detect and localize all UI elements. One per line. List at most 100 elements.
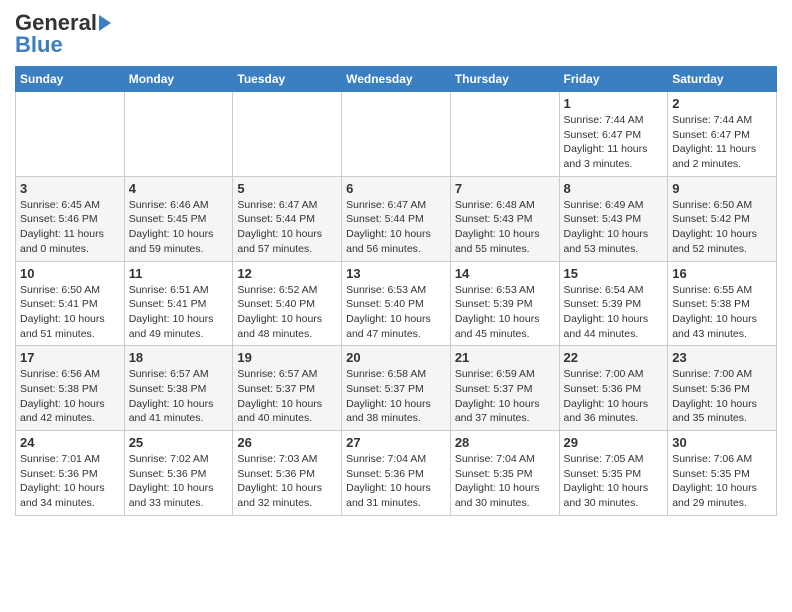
page-header: General Blue [15, 10, 777, 58]
day-number: 6 [346, 181, 446, 196]
week-row-1: 1 Sunrise: 7:44 AM Sunset: 6:47 PM Daylig… [16, 92, 777, 177]
calendar-cell: 20 Sunrise: 6:58 AM Sunset: 5:37 PM Dayli… [342, 346, 451, 431]
day-number: 5 [237, 181, 337, 196]
day-info: Sunrise: 6:51 AM Sunset: 5:41 PM Dayligh… [129, 283, 229, 342]
day-info: Sunrise: 7:02 AM Sunset: 5:36 PM Dayligh… [129, 452, 229, 511]
logo-arrow-icon [99, 15, 111, 31]
day-header-thursday: Thursday [450, 67, 559, 92]
week-row-4: 17 Sunrise: 6:56 AM Sunset: 5:38 PM Dayli… [16, 346, 777, 431]
calendar-cell: 7 Sunrise: 6:48 AM Sunset: 5:43 PM Daylig… [450, 176, 559, 261]
calendar-cell [124, 92, 233, 177]
logo: General Blue [15, 10, 111, 58]
week-row-2: 3Sunrise: 6:45 AM Sunset: 5:46 PM Daylig… [16, 176, 777, 261]
calendar-cell: 19Sunrise: 6:57 AM Sunset: 5:37 PM Dayli… [233, 346, 342, 431]
day-info: Sunrise: 6:53 AM Sunset: 5:40 PM Dayligh… [346, 283, 446, 342]
day-number: 4 [129, 181, 229, 196]
calendar-cell: 1 Sunrise: 7:44 AM Sunset: 6:47 PM Daylig… [559, 92, 668, 177]
calendar-cell: 3Sunrise: 6:45 AM Sunset: 5:46 PM Daylig… [16, 176, 125, 261]
day-number: 27 [346, 435, 446, 450]
day-info: Sunrise: 6:53 AM Sunset: 5:39 PM Dayligh… [455, 283, 555, 342]
day-number: 24 [20, 435, 120, 450]
calendar-cell: 5 Sunrise: 6:47 AM Sunset: 5:44 PM Daylig… [233, 176, 342, 261]
day-info: Sunrise: 7:00 AM Sunset: 5:36 PM Dayligh… [564, 367, 664, 426]
calendar-cell [450, 92, 559, 177]
day-number: 28 [455, 435, 555, 450]
calendar-cell: 21Sunrise: 6:59 AM Sunset: 5:37 PM Dayli… [450, 346, 559, 431]
calendar-cell: 2 Sunrise: 7:44 AM Sunset: 6:47 PM Daylig… [668, 92, 777, 177]
day-info: Sunrise: 7:01 AM Sunset: 5:36 PM Dayligh… [20, 452, 120, 511]
day-number: 15 [564, 266, 664, 281]
page-container: General Blue SundayMondayTuesdayWednesda… [0, 0, 792, 526]
day-header-sunday: Sunday [16, 67, 125, 92]
day-number: 10 [20, 266, 120, 281]
calendar-cell: 8Sunrise: 6:49 AM Sunset: 5:43 PM Daylig… [559, 176, 668, 261]
day-number: 9 [672, 181, 772, 196]
day-info: Sunrise: 6:46 AM Sunset: 5:45 PM Dayligh… [129, 198, 229, 257]
day-info: Sunrise: 6:54 AM Sunset: 5:39 PM Dayligh… [564, 283, 664, 342]
calendar-cell: 23Sunrise: 7:00 AM Sunset: 5:36 PM Dayli… [668, 346, 777, 431]
day-info: Sunrise: 6:57 AM Sunset: 5:38 PM Dayligh… [129, 367, 229, 426]
calendar-cell: 24 Sunrise: 7:01 AM Sunset: 5:36 PM Dayli… [16, 431, 125, 516]
calendar-cell: 28Sunrise: 7:04 AM Sunset: 5:35 PM Dayli… [450, 431, 559, 516]
day-info: Sunrise: 6:56 AM Sunset: 5:38 PM Dayligh… [20, 367, 120, 426]
day-info: Sunrise: 7:05 AM Sunset: 5:35 PM Dayligh… [564, 452, 664, 511]
calendar-cell: 30 Sunrise: 7:06 AM Sunset: 5:35 PM Dayli… [668, 431, 777, 516]
day-info: Sunrise: 6:50 AM Sunset: 5:41 PM Dayligh… [20, 283, 120, 342]
calendar-cell: 15 Sunrise: 6:54 AM Sunset: 5:39 PM Dayli… [559, 261, 668, 346]
calendar-cell: 29 Sunrise: 7:05 AM Sunset: 5:35 PM Dayli… [559, 431, 668, 516]
day-number: 20 [346, 350, 446, 365]
day-number: 12 [237, 266, 337, 281]
day-number: 7 [455, 181, 555, 196]
day-header-friday: Friday [559, 67, 668, 92]
day-number: 3 [20, 181, 120, 196]
day-header-tuesday: Tuesday [233, 67, 342, 92]
calendar-cell: 25 Sunrise: 7:02 AM Sunset: 5:36 PM Dayli… [124, 431, 233, 516]
day-number: 1 [564, 96, 664, 111]
calendar-cell [16, 92, 125, 177]
day-number: 14 [455, 266, 555, 281]
day-info: Sunrise: 7:03 AM Sunset: 5:36 PM Dayligh… [237, 452, 337, 511]
header-row: SundayMondayTuesdayWednesdayThursdayFrid… [16, 67, 777, 92]
calendar-cell: 22 Sunrise: 7:00 AM Sunset: 5:36 PM Dayli… [559, 346, 668, 431]
day-number: 17 [20, 350, 120, 365]
calendar-cell: 11 Sunrise: 6:51 AM Sunset: 5:41 PM Dayli… [124, 261, 233, 346]
calendar-cell: 26 Sunrise: 7:03 AM Sunset: 5:36 PM Dayli… [233, 431, 342, 516]
calendar-cell [342, 92, 451, 177]
day-number: 29 [564, 435, 664, 450]
calendar-cell: 6 Sunrise: 6:47 AM Sunset: 5:44 PM Daylig… [342, 176, 451, 261]
day-info: Sunrise: 6:47 AM Sunset: 5:44 PM Dayligh… [237, 198, 337, 257]
day-info: Sunrise: 6:48 AM Sunset: 5:43 PM Dayligh… [455, 198, 555, 257]
week-row-3: 10 Sunrise: 6:50 AM Sunset: 5:41 PM Dayli… [16, 261, 777, 346]
calendar-table: SundayMondayTuesdayWednesdayThursdayFrid… [15, 66, 777, 516]
calendar-cell: 27Sunrise: 7:04 AM Sunset: 5:36 PM Dayli… [342, 431, 451, 516]
day-number: 25 [129, 435, 229, 450]
day-header-monday: Monday [124, 67, 233, 92]
calendar-cell: 18 Sunrise: 6:57 AM Sunset: 5:38 PM Dayli… [124, 346, 233, 431]
day-number: 30 [672, 435, 772, 450]
day-number: 18 [129, 350, 229, 365]
day-number: 23 [672, 350, 772, 365]
day-info: Sunrise: 6:52 AM Sunset: 5:40 PM Dayligh… [237, 283, 337, 342]
day-number: 22 [564, 350, 664, 365]
calendar-cell: 12 Sunrise: 6:52 AM Sunset: 5:40 PM Dayli… [233, 261, 342, 346]
day-number: 26 [237, 435, 337, 450]
day-header-saturday: Saturday [668, 67, 777, 92]
day-info: Sunrise: 7:44 AM Sunset: 6:47 PM Dayligh… [672, 113, 772, 172]
day-header-wednesday: Wednesday [342, 67, 451, 92]
calendar-cell: 16Sunrise: 6:55 AM Sunset: 5:38 PM Dayli… [668, 261, 777, 346]
day-info: Sunrise: 7:44 AM Sunset: 6:47 PM Dayligh… [564, 113, 664, 172]
calendar-cell: 14 Sunrise: 6:53 AM Sunset: 5:39 PM Dayli… [450, 261, 559, 346]
calendar-cell: 17 Sunrise: 6:56 AM Sunset: 5:38 PM Dayli… [16, 346, 125, 431]
day-info: Sunrise: 6:47 AM Sunset: 5:44 PM Dayligh… [346, 198, 446, 257]
calendar-cell: 4 Sunrise: 6:46 AM Sunset: 5:45 PM Daylig… [124, 176, 233, 261]
day-number: 19 [237, 350, 337, 365]
day-info: Sunrise: 6:58 AM Sunset: 5:37 PM Dayligh… [346, 367, 446, 426]
day-number: 21 [455, 350, 555, 365]
day-number: 2 [672, 96, 772, 111]
day-number: 11 [129, 266, 229, 281]
day-number: 16 [672, 266, 772, 281]
day-info: Sunrise: 6:50 AM Sunset: 5:42 PM Dayligh… [672, 198, 772, 257]
day-info: Sunrise: 6:49 AM Sunset: 5:43 PM Dayligh… [564, 198, 664, 257]
day-info: Sunrise: 7:06 AM Sunset: 5:35 PM Dayligh… [672, 452, 772, 511]
calendar-cell: 10 Sunrise: 6:50 AM Sunset: 5:41 PM Dayli… [16, 261, 125, 346]
